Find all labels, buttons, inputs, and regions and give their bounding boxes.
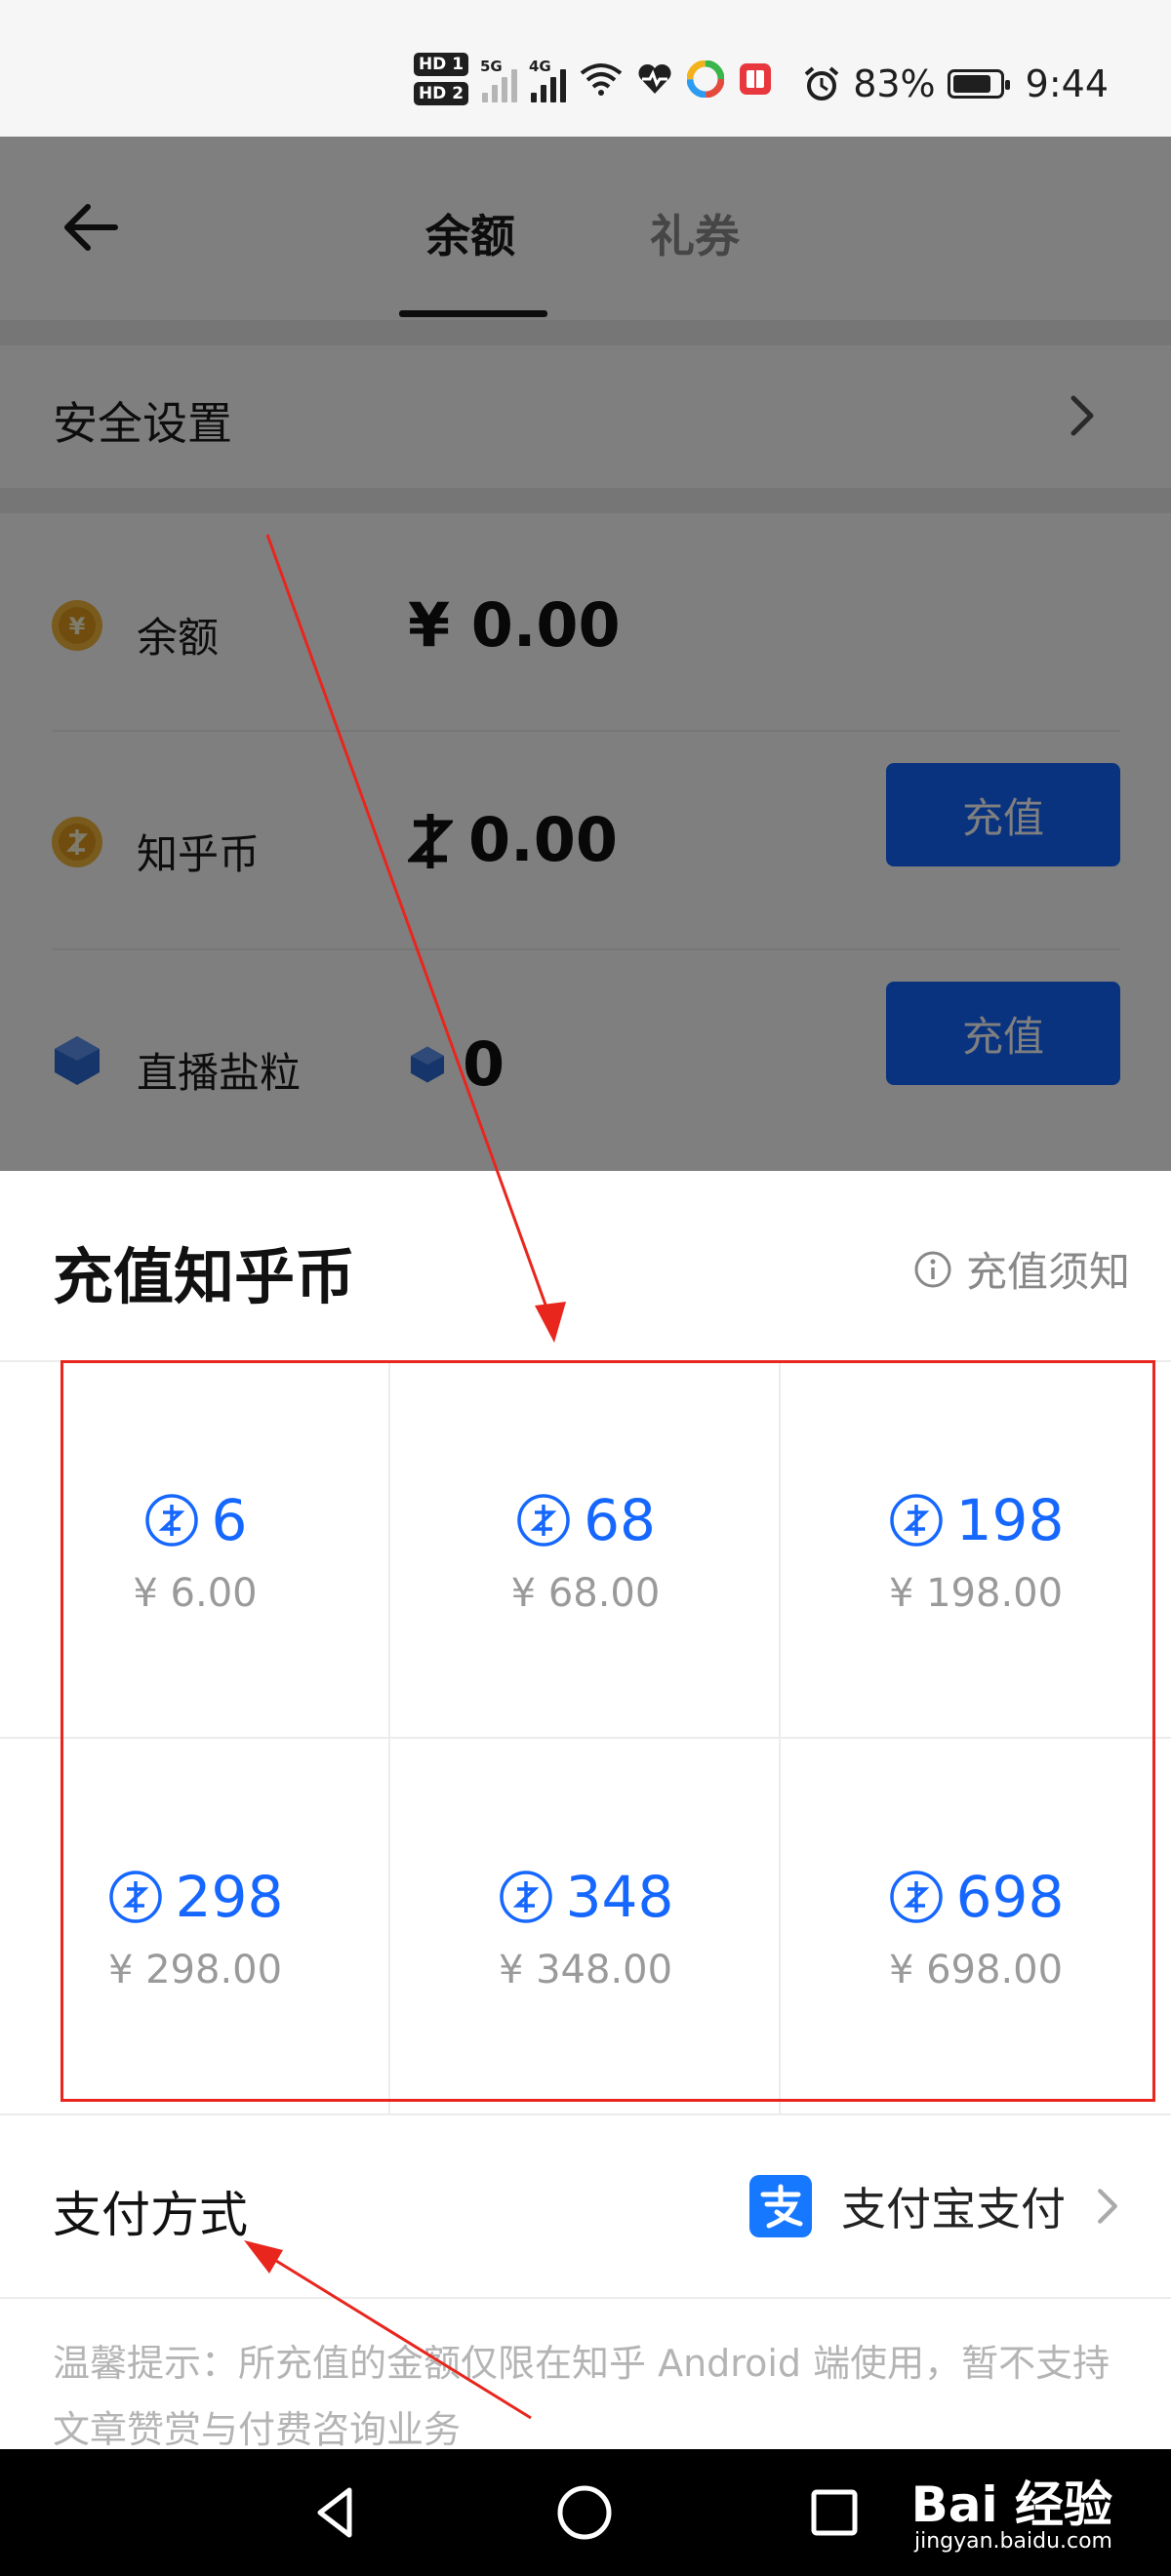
payment-method-selector[interactable]: 支付宝支付 [749, 2174, 1120, 2238]
watermark-brand: Bai 经验 [910, 2476, 1112, 2533]
signal-icon-2: 4G [529, 56, 566, 102]
hd-indicator: HD 1 HD 2 [414, 53, 468, 105]
system-nav-bar: Bai 经验 jingyan.baidu.com [0, 2449, 1171, 2576]
recharge-tip: 温馨提示：所充值的金额仅限在知乎 Android 端使用，暂不支持文章赞赏与付费… [53, 2342, 1110, 2451]
recharge-notice-label: 充值须知 [965, 1248, 1130, 1296]
hd2-badge: HD 2 [414, 82, 468, 105]
alipay-icon [749, 2175, 812, 2237]
app-icon [687, 60, 724, 98]
hd1-badge: HD 1 [414, 53, 468, 76]
signal-icon: 5G [480, 56, 517, 102]
clock: 9:44 [1025, 62, 1109, 105]
watermark-url: jingyan.baidu.com [913, 2529, 1112, 2554]
modal-overlay[interactable] [0, 137, 1171, 1171]
battery-icon [947, 69, 1010, 99]
wifi-icon [580, 63, 623, 96]
health-icon [638, 63, 671, 94]
alarm-icon [804, 66, 839, 101]
network-4g-label: 4G [529, 58, 551, 75]
info-icon [914, 1251, 951, 1287]
sheet-title: 充值知乎币 [53, 1241, 356, 1312]
baidu-jingyan-watermark: Bai 经验 jingyan.baidu.com [911, 2478, 1112, 2553]
network-5g-label: 5G [480, 58, 503, 75]
chevron-right-icon [1098, 2189, 1117, 2224]
annotation-highlight-box [61, 1360, 1155, 2102]
payment-method-label: 支付方式 [53, 2187, 248, 2243]
recharge-notice-link[interactable]: 充值须知 [913, 1239, 1130, 1299]
nav-home-icon[interactable] [552, 2480, 617, 2545]
payment-method-value: 支付宝支付 [841, 2183, 1066, 2235]
nav-back-icon[interactable] [304, 2480, 369, 2545]
status-icons: HD 1 HD 2 5G 4G [414, 53, 773, 105]
status-bar: HD 1 HD 2 5G 4G 83% 9:44 [0, 0, 1171, 137]
status-right: 83% 9:44 [802, 62, 1109, 105]
battery-percent: 83% [853, 62, 936, 105]
nav-recents-icon[interactable] [802, 2480, 867, 2545]
payment-method-row[interactable]: 支付方式 支付宝支付 [0, 2121, 1171, 2299]
book-icon [740, 63, 771, 95]
